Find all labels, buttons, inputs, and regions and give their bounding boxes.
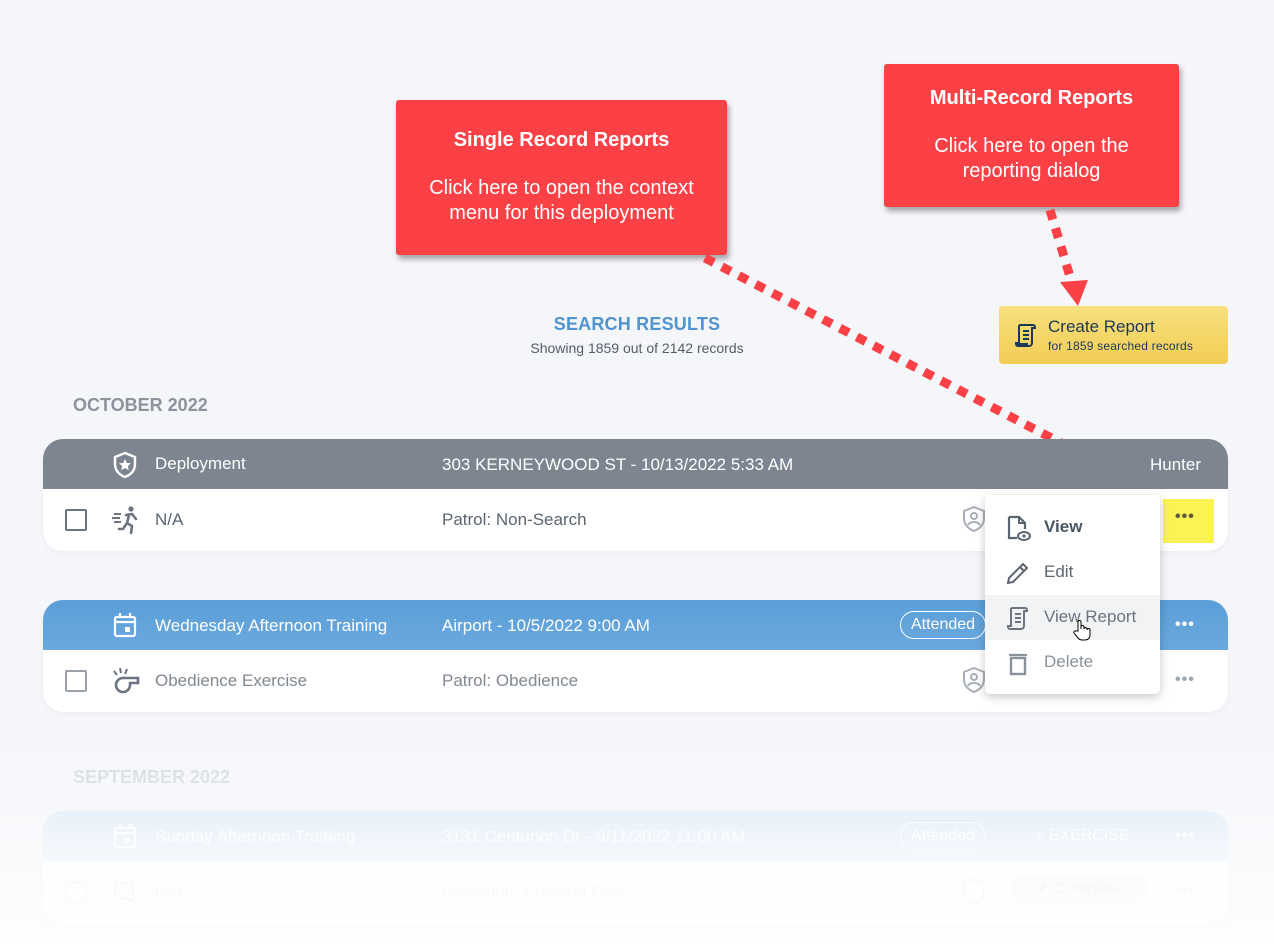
arrow-to-create-report [1045,208,1088,306]
file-eye-icon [1007,515,1031,541]
more-actions-button[interactable]: ••• [1175,508,1195,526]
more-actions-button[interactable]: ••• [1175,827,1195,845]
whistle-icon [113,667,140,694]
record-title: Wednesday Afternoon Training [155,616,388,635]
menu-item-label: Edit [1044,562,1074,581]
record-card-training: Sunday Afternoon Training 3131 Centurion… [43,811,1228,923]
menu-item-view[interactable]: View [985,505,1160,550]
handler-shield-icon [963,505,985,533]
hand-pointer-cursor-icon [1073,620,1091,641]
record-name: N/A [155,510,184,529]
menu-item-view-report[interactable]: View Report [985,595,1160,641]
shield-star-icon [113,451,137,479]
completion-status-badge: ✔ Complete [1010,874,1148,904]
record-category: Detection: Proofing Only [442,882,627,901]
create-report-sublabel: for 1859 searched records [1048,339,1194,353]
record-location-time: 3131 Centurion Dr - 9/11/2022 11:00 AM [442,827,746,846]
record-header[interactable]: Deployment 303 KERNEYWOOD ST - 10/13/202… [43,439,1228,489]
running-person-icon [112,506,138,535]
menu-item-delete[interactable]: Delete [985,640,1160,685]
record-name: Obedience Exercise [155,671,308,690]
attendance-status-badge: Attended [900,822,987,850]
create-report-button[interactable]: Create Report for 1859 searched records [999,306,1228,364]
record-assignee: Hunter [1149,455,1201,474]
menu-item-edit[interactable]: Edit [985,550,1160,595]
month-heading: OCTOBER 2022 [73,395,208,415]
record-location-time: Airport - 10/5/2022 9:00 AM [442,616,650,635]
record-checkbox[interactable] [65,509,87,531]
record-row: test Detection: Proofing Only ✔ Complete… [43,861,1228,923]
attendance-status-badge: Attended [900,611,987,639]
pencil-icon [1006,562,1029,585]
handler-shield-icon [963,666,985,694]
create-report-label: Create Report [1048,317,1155,336]
trash-icon [1009,653,1027,676]
scroll-report-icon [1007,607,1028,630]
record-checkbox[interactable] [65,881,87,903]
menu-item-label: View [1044,517,1083,536]
month-heading: SEPTEMBER 2022 [73,767,231,787]
calendar-icon [113,824,137,849]
calendar-icon [113,613,137,638]
scroll-report-icon [1015,324,1036,347]
more-actions-button[interactable]: ••• [1175,671,1195,689]
briefcase-search-icon [113,874,135,902]
record-location-time: 303 KERNEYWOOD ST - 10/13/2022 5:33 AM [442,455,794,474]
more-actions-button[interactable]: ••• [1175,882,1195,900]
record-category: Patrol: Obedience [442,671,579,690]
record-title: Sunday Afternoon Training [155,827,356,846]
record-header[interactable]: Sunday Afternoon Training 3131 Centurion… [43,811,1228,861]
more-actions-button[interactable]: ••• [1175,616,1195,634]
menu-item-label: Delete [1044,652,1094,671]
record-context-menu: View Edit View Report Delete [985,495,1160,694]
add-exercise-button[interactable]: + EXERCISE [1035,827,1130,845]
record-category: Patrol: Non-Search [442,510,587,529]
record-checkbox[interactable] [65,670,87,692]
record-type: Deployment [155,454,246,473]
record-name: test [155,882,183,901]
handler-shield-icon [963,877,985,905]
